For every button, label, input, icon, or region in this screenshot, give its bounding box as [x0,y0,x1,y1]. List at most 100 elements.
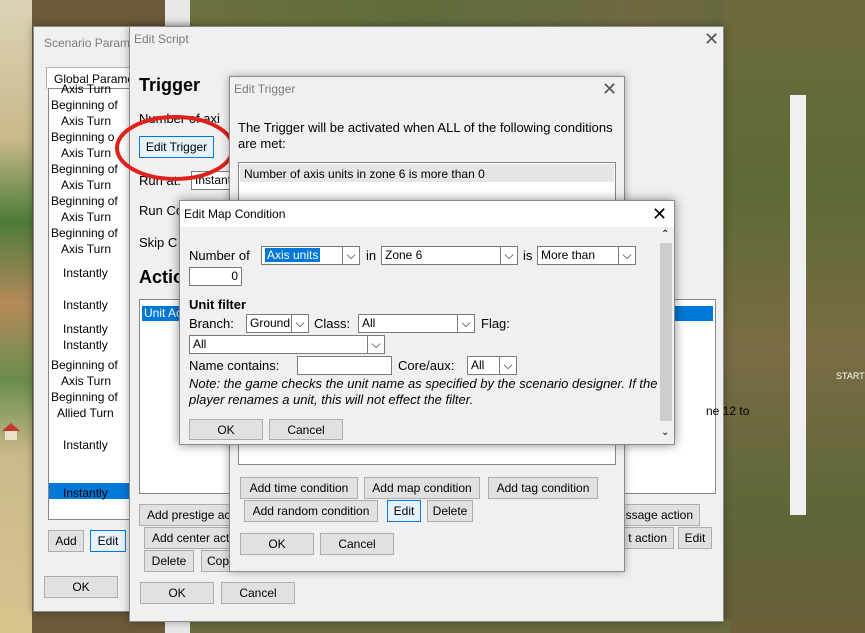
branch-select[interactable]: Ground ⌵ [246,314,309,333]
chevron-down-icon: ⌵ [618,247,635,264]
edit-map-condition-window: Edit Map Condition ✕ Number of Axis unit… [179,200,675,445]
comparison-value: More than [541,248,596,262]
add-tag-condition-button[interactable]: Add tag condition [488,477,598,499]
red-circle-annotation [115,115,235,181]
name-contains-label: Name contains: [189,358,280,373]
script-ok-button[interactable]: OK [140,582,214,604]
trigger-heading: Trigger [139,75,201,95]
actions-heading: Actio [139,267,184,287]
chevron-down-icon: ⌵ [457,315,474,332]
script-list-item[interactable]: Instantly [63,322,108,336]
class-select[interactable]: All ⌵ [358,314,475,333]
script-list-item[interactable]: Instantly [63,338,108,352]
close-icon[interactable]: ✕ [704,30,719,48]
script-list-item[interactable]: Axis Turn [61,210,111,224]
script-list-item[interactable]: Instantly [63,486,108,500]
is-label: is [523,248,533,263]
trigger-description: The Trigger will be activated when ALL o… [238,120,613,151]
close-icon[interactable]: ✕ [602,80,617,98]
scroll-up-icon[interactable]: ⌃ [661,229,669,240]
map-condition-ok-button[interactable]: OK [189,419,263,440]
edit-condition-button[interactable]: Edit [387,500,421,522]
map-zone-label: ne 12 to [706,404,750,418]
script-list-item[interactable]: Instantly [63,298,108,312]
script-list-item[interactable]: Beginning o [51,130,114,144]
script-cancel-button[interactable]: Cancel [221,582,295,604]
house-icon [2,423,20,440]
add-map-condition-button[interactable]: Add map condition [364,477,480,499]
chevron-down-icon: ⌵ [342,247,359,264]
branch-label: Branch: [189,316,234,331]
branch-value: Ground [250,316,291,330]
script-list-item[interactable]: Instantly [63,438,108,452]
actions-scrollbar[interactable] [790,95,806,515]
flag-select[interactable]: All ⌵ [189,335,385,354]
class-label: Class: [314,316,351,331]
script-list-item[interactable]: Beginning of [51,194,118,208]
script-list-item[interactable]: Axis Turn [61,114,111,128]
condition-row[interactable]: Number of axis units in zone 6 is more t… [240,164,614,182]
script-list-item[interactable]: Instantly [63,468,108,482]
edit-action-button[interactable]: Edit [678,527,712,549]
trigger-cancel-button[interactable]: Cancel [320,533,394,555]
add-center-action-button[interactable]: Add center act [144,527,239,549]
skip-label: Skip C [139,235,178,250]
core-aux-select[interactable]: All ⌵ [467,356,517,375]
unit-type-select[interactable]: Axis units ⌵ [261,246,360,265]
script-list-item[interactable]: Beginning of [51,226,118,240]
unit-type-value: Axis units [265,248,321,262]
script-list-item[interactable]: Beginning of [51,162,118,176]
ok-button[interactable]: OK [44,576,118,598]
script-list-item[interactable]: Beginning of [51,98,118,112]
map-condition-title: Edit Map Condition [184,207,286,221]
name-contains-input[interactable] [297,356,392,375]
action-row-label: Unit Ac [144,306,183,320]
chevron-down-icon: ⌵ [291,315,308,332]
add-random-condition-button[interactable]: Add random condition [244,500,378,522]
delete-action-button[interactable]: Delete [144,550,194,572]
scroll-thumb[interactable] [660,243,672,421]
run-count-label: Run Co [139,203,184,218]
chevron-down-icon: ⌵ [367,336,384,353]
filter-note: Note: the game checks the unit name as s… [189,376,658,407]
scroll-down-icon[interactable]: ⌄ [661,427,669,438]
map-condition-scrollbar[interactable]: ⌃ ⌄ [658,227,674,444]
script-list-item[interactable]: Axis Turn [61,178,111,192]
in-label: in [366,248,377,263]
script-list-item[interactable]: Axis Turn [61,242,111,256]
map-background-left [0,0,32,633]
add-prestige-action-button[interactable]: Add prestige act [139,504,239,526]
script-list-item[interactable]: Allied Turn [57,406,114,420]
value-input[interactable]: 0 [189,267,242,286]
flag-label: Flag: [481,316,510,331]
script-list-item[interactable]: Beginning of [51,390,118,404]
class-value: All [362,316,376,330]
map-road-label: STARTLI [836,371,865,381]
script-list-item[interactable]: Axis Turn [61,82,111,96]
chevron-down-icon: ⌵ [499,357,516,374]
number-of-label: Number of [189,248,250,263]
add-time-condition-button[interactable]: Add time condition [240,477,358,499]
trigger-ok-button[interactable]: OK [240,533,314,555]
add-button[interactable]: Add [48,530,84,552]
core-aux-label: Core/aux: [398,358,455,373]
script-list-item[interactable]: Axis Turn [61,374,111,388]
edit-trigger-title: Edit Trigger [234,82,296,96]
unit-filter-heading: Unit filter [189,297,247,312]
script-list-item[interactable]: Instantly [63,266,108,280]
zone-select[interactable]: Zone 6 ⌵ [381,246,518,265]
core-aux-value: All [471,358,485,372]
zone-value: Zone 6 [385,248,423,262]
comparison-select[interactable]: More than ⌵ [537,246,636,265]
script-list-item[interactable]: Axis Turn [61,146,111,160]
script-list-item[interactable]: Beginning of [51,358,118,372]
flag-value: All [193,337,207,351]
chevron-down-icon: ⌵ [500,247,517,264]
edit-button[interactable]: Edit [90,530,126,552]
close-icon[interactable]: ✕ [652,205,667,223]
condition-text: Number of axis units in zone 6 is more t… [244,167,485,181]
scenario-params-title: Scenario Params [44,36,137,50]
delete-condition-button[interactable]: Delete [427,500,473,522]
edit-script-title: Edit Script [134,32,189,46]
map-condition-cancel-button[interactable]: Cancel [269,419,343,440]
